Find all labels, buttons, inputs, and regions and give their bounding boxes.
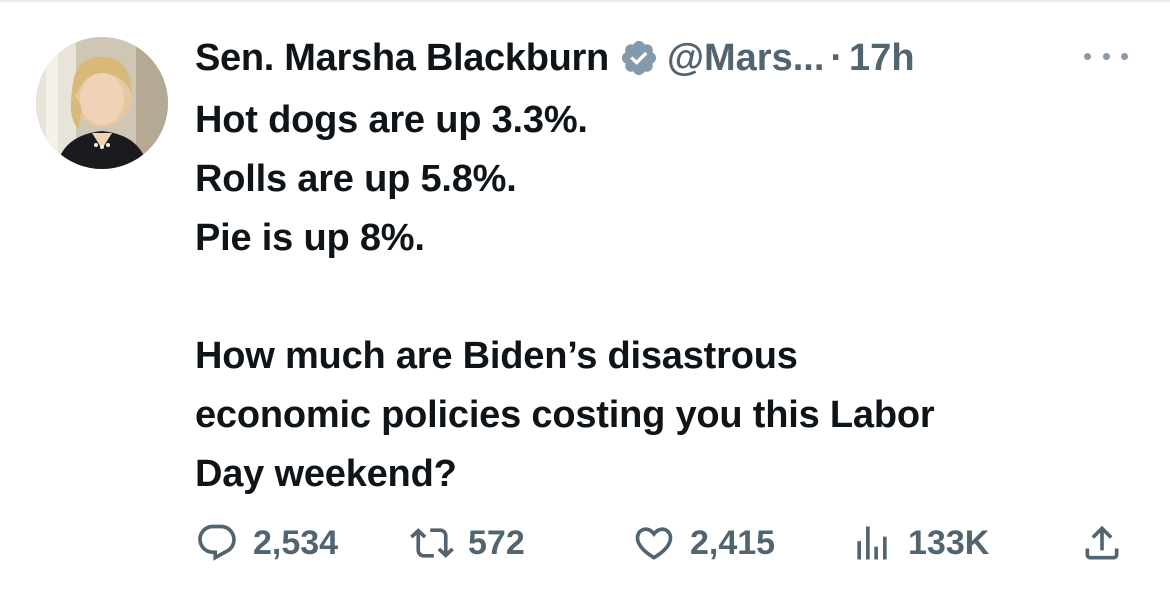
like-count: 2,415 <box>690 523 776 562</box>
retweet-button[interactable]: 572 <box>410 515 525 571</box>
views-count: 133K <box>908 523 990 562</box>
header-separator: · <box>830 36 844 79</box>
reply-icon <box>195 521 239 565</box>
tweet-text: Hot dogs are up 3.3%. Rolls are up 5.8%.… <box>195 91 1135 504</box>
tweet-header: Sen. Marsha Blackburn @Mars... · 17h <box>195 30 1130 86</box>
heart-icon <box>632 521 676 565</box>
tweet-text-line: How much are Biden’s disastrous <box>195 335 798 377</box>
tweet-text-line: Pie is up 8%. <box>195 217 425 259</box>
views-button[interactable]: 133K <box>850 515 989 571</box>
views-icon <box>850 521 894 565</box>
tweet-text-line: economic policies costing you this Labor <box>195 394 935 436</box>
retweet-icon <box>410 521 454 565</box>
retweet-count: 572 <box>468 523 525 562</box>
top-divider <box>0 0 1170 2</box>
author-handle[interactable]: @Mars... <box>667 37 824 80</box>
tweet-actions-bar: 2,534 572 2,415 133K <box>195 515 1135 571</box>
share-icon <box>1080 521 1124 565</box>
verified-badge-icon <box>619 38 659 78</box>
avatar-photo <box>36 37 168 169</box>
reply-count: 2,534 <box>253 523 339 562</box>
avatar[interactable] <box>36 37 168 169</box>
author-display-name[interactable]: Sen. Marsha Blackburn <box>195 37 609 80</box>
like-button[interactable]: 2,415 <box>632 515 775 571</box>
tweet-text-line: Day weekend? <box>195 453 457 495</box>
reply-button[interactable]: 2,534 <box>195 515 338 571</box>
tweet-timestamp[interactable]: 17h <box>849 37 914 80</box>
more-options-icon[interactable] <box>1084 44 1128 68</box>
share-button[interactable] <box>1080 515 1124 571</box>
tweet-text-line: Hot dogs are up 3.3%. <box>195 99 588 141</box>
tweet-text-line: Rolls are up 5.8%. <box>195 158 517 200</box>
